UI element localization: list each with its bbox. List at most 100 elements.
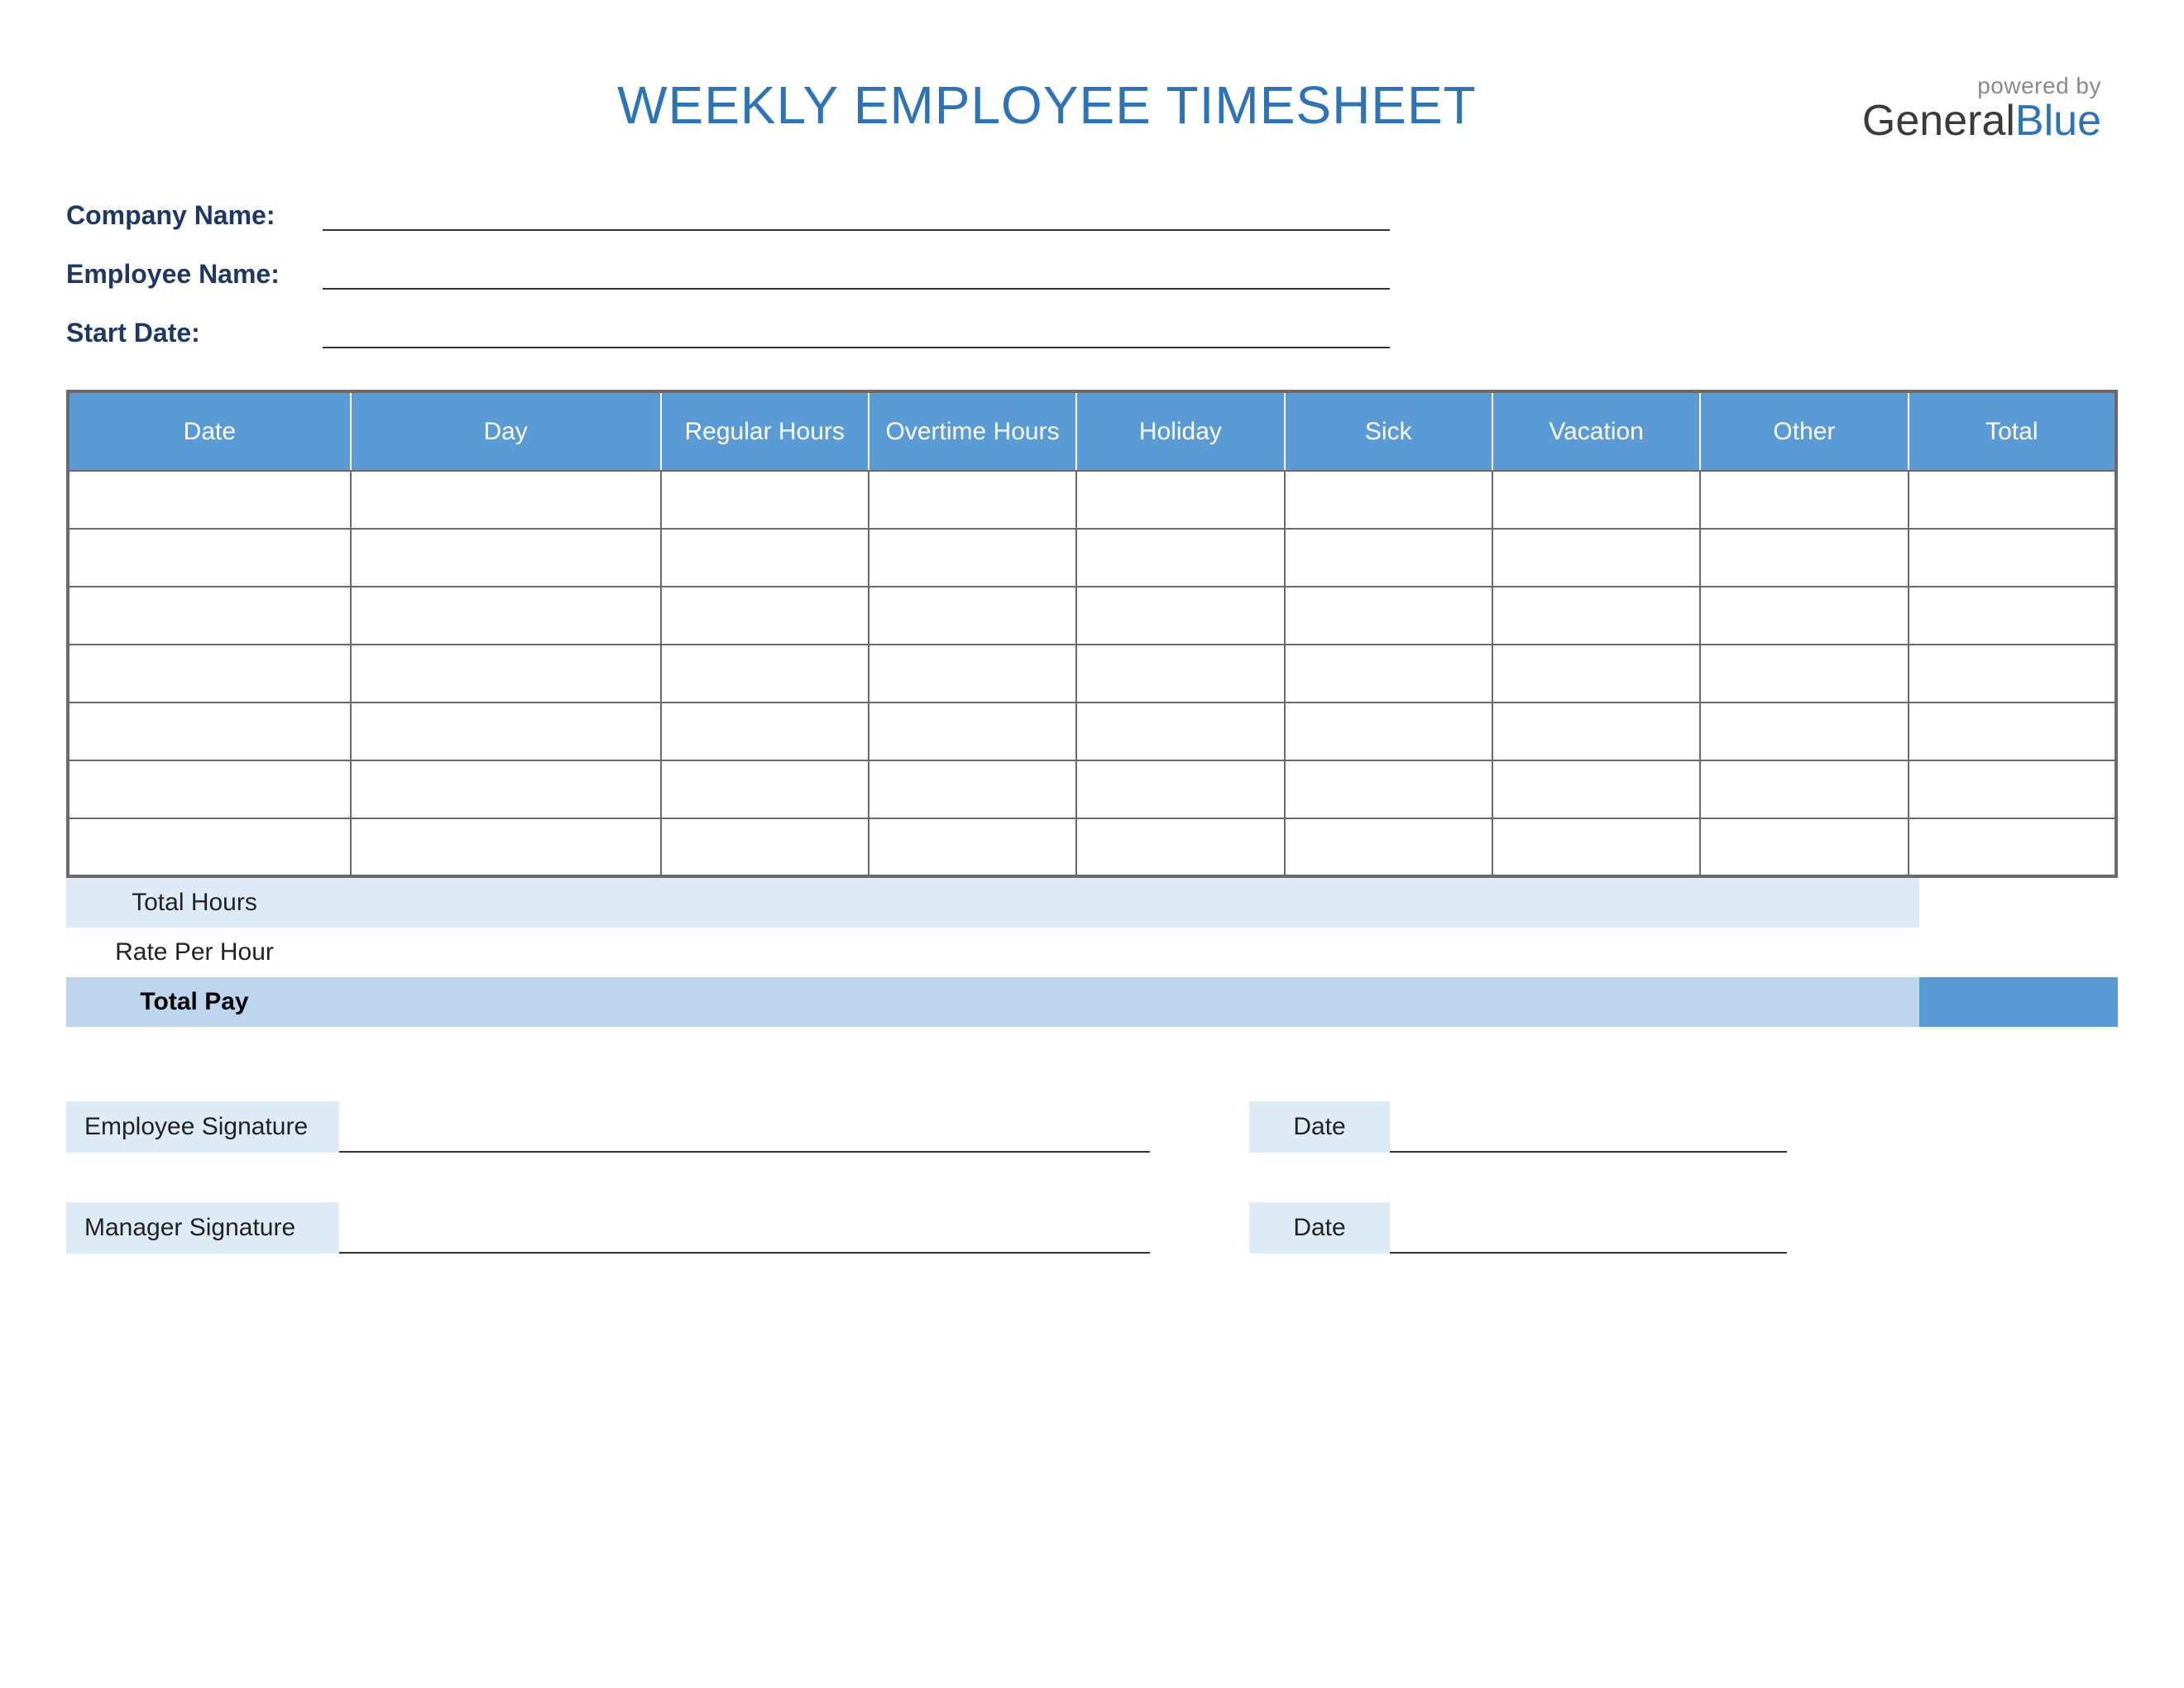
- table-cell[interactable]: [1285, 471, 1492, 529]
- manager-signature-label: Manager Signature: [66, 1202, 339, 1254]
- manager-signature-row: Manager Signature Date: [66, 1202, 2118, 1254]
- table-cell[interactable]: [869, 818, 1076, 876]
- page-title: WEEKLY EMPLOYEE TIMESHEET: [232, 74, 1862, 136]
- table-cell[interactable]: [1285, 529, 1492, 587]
- table-cell[interactable]: [1076, 645, 1284, 703]
- table-cell[interactable]: [1492, 760, 1700, 818]
- table-cell[interactable]: [351, 471, 661, 529]
- rate-value[interactable]: [323, 928, 1919, 977]
- total-pay-value: [1919, 977, 2118, 1027]
- signature-block: Employee Signature Date Manager Signatur…: [66, 1101, 2118, 1254]
- table-cell[interactable]: [1285, 587, 1492, 645]
- table-cell[interactable]: [1700, 587, 1908, 645]
- table-cell[interactable]: [351, 645, 661, 703]
- table-header-row: Date Day Regular Hours Overtime Hours Ho…: [68, 391, 2116, 471]
- table-cell[interactable]: [1492, 587, 1700, 645]
- table-cell[interactable]: [1492, 529, 1700, 587]
- company-input[interactable]: [323, 201, 1390, 231]
- employee-signature-input[interactable]: [339, 1106, 1150, 1153]
- table-cell[interactable]: [351, 587, 661, 645]
- table-cell[interactable]: [68, 818, 351, 876]
- table-cell[interactable]: [1076, 471, 1284, 529]
- table-cell[interactable]: [661, 471, 869, 529]
- manager-date-input[interactable]: [1390, 1207, 1787, 1254]
- table-cell[interactable]: [351, 703, 661, 760]
- col-sick: Sick: [1285, 391, 1492, 471]
- col-date: Date: [68, 391, 351, 471]
- total-pay-label: Total Pay: [66, 977, 323, 1027]
- table-cell[interactable]: [1492, 818, 1700, 876]
- table-cell[interactable]: [1909, 471, 2116, 529]
- table-cell[interactable]: [869, 703, 1076, 760]
- col-overtime: Overtime Hours: [869, 391, 1076, 471]
- table-cell[interactable]: [1285, 818, 1492, 876]
- table-cell[interactable]: [661, 587, 869, 645]
- total-pay-spacer: [323, 977, 1919, 1027]
- powered-by-text: powered by: [1862, 74, 2101, 98]
- table-cell[interactable]: [1285, 645, 1492, 703]
- table-cell[interactable]: [661, 703, 869, 760]
- rate-row: Rate Per Hour: [66, 928, 2118, 977]
- table-cell[interactable]: [68, 587, 351, 645]
- table-cell[interactable]: [1909, 760, 2116, 818]
- table-cell[interactable]: [869, 760, 1076, 818]
- start-date-input[interactable]: [323, 319, 1390, 348]
- table-cell[interactable]: [1076, 818, 1284, 876]
- manager-signature-input[interactable]: [339, 1207, 1150, 1254]
- table-cell[interactable]: [869, 471, 1076, 529]
- employee-input[interactable]: [323, 260, 1390, 290]
- table-cell[interactable]: [1700, 760, 1908, 818]
- col-vacation: Vacation: [1492, 391, 1700, 471]
- table-cell[interactable]: [661, 645, 869, 703]
- table-cell[interactable]: [661, 529, 869, 587]
- table-cell[interactable]: [869, 587, 1076, 645]
- table-cell[interactable]: [1700, 529, 1908, 587]
- table-cell[interactable]: [351, 818, 661, 876]
- table-cell[interactable]: [351, 529, 661, 587]
- table-cell[interactable]: [1700, 471, 1908, 529]
- table-cell[interactable]: [351, 760, 661, 818]
- total-hours-label: Total Hours: [66, 878, 323, 928]
- logo-part2: Blue: [2015, 97, 2101, 145]
- table-cell[interactable]: [1700, 703, 1908, 760]
- table-cell[interactable]: [68, 529, 351, 587]
- table-cell[interactable]: [1076, 760, 1284, 818]
- table-cell[interactable]: [1909, 645, 2116, 703]
- table-row: [68, 587, 2116, 645]
- table-cell[interactable]: [1700, 818, 1908, 876]
- table-cell[interactable]: [1492, 703, 1700, 760]
- info-block: Company Name: Employee Name: Start Date:: [66, 200, 2118, 348]
- table-cell[interactable]: [869, 645, 1076, 703]
- rate-label: Rate Per Hour: [66, 928, 323, 977]
- table-cell[interactable]: [1285, 760, 1492, 818]
- employee-date-input[interactable]: [1390, 1106, 1787, 1153]
- logo: powered by GeneralBlue: [1862, 74, 2118, 142]
- table-cell[interactable]: [1076, 529, 1284, 587]
- table-cell[interactable]: [1285, 703, 1492, 760]
- col-other: Other: [1700, 391, 1908, 471]
- table-cell[interactable]: [1076, 703, 1284, 760]
- table-cell[interactable]: [68, 471, 351, 529]
- table-row: [68, 645, 2116, 703]
- table-cell[interactable]: [68, 703, 351, 760]
- table-cell[interactable]: [1700, 645, 1908, 703]
- table-row: [68, 703, 2116, 760]
- table-cell[interactable]: [1909, 818, 2116, 876]
- table-cell[interactable]: [869, 529, 1076, 587]
- table-cell[interactable]: [661, 760, 869, 818]
- table-cell[interactable]: [1909, 703, 2116, 760]
- manager-date-label: Date: [1249, 1202, 1390, 1254]
- header: WEEKLY EMPLOYEE TIMESHEET powered by Gen…: [66, 74, 2118, 142]
- table-cell[interactable]: [68, 645, 351, 703]
- table-cell[interactable]: [1909, 529, 2116, 587]
- col-day: Day: [351, 391, 661, 471]
- table-cell[interactable]: [1492, 471, 1700, 529]
- table-cell[interactable]: [1909, 587, 2116, 645]
- logo-part1: General: [1862, 97, 2015, 145]
- table-cell[interactable]: [68, 760, 351, 818]
- table-row: [68, 760, 2116, 818]
- table-cell[interactable]: [1076, 587, 1284, 645]
- total-hours-value[interactable]: [323, 878, 1919, 928]
- table-cell[interactable]: [1492, 645, 1700, 703]
- table-cell[interactable]: [661, 818, 869, 876]
